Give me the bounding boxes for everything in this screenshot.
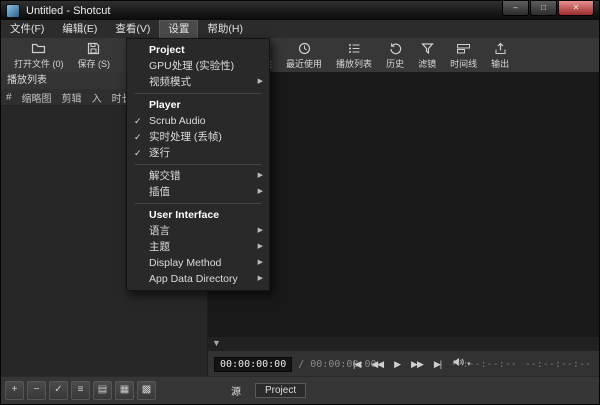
- menu-settings[interactable]: 设置: [159, 20, 198, 38]
- history-button[interactable]: 历史: [386, 41, 404, 70]
- playlist-icon: [347, 41, 362, 56]
- menu-item-video-mode[interactable]: 视频模式 ▶: [127, 74, 269, 90]
- view-details-button[interactable]: ▤: [93, 381, 112, 400]
- playlist-update-button[interactable]: ✓: [49, 381, 68, 400]
- menu-item-progressive[interactable]: ✓ 逐行: [127, 145, 269, 161]
- filters-button[interactable]: 滤镜: [418, 41, 436, 70]
- timeline-button[interactable]: 时间线: [450, 41, 477, 70]
- submenu-arrow-icon: ▶: [258, 184, 263, 200]
- main-toolbar: 打开文件 (0) 保存 (S) 属性 最近使用 播放列表 历史 滤镜: [1, 38, 599, 73]
- play-button[interactable]: ▶: [394, 359, 400, 370]
- maximize-button[interactable]: □: [530, 1, 557, 16]
- skip-end-button[interactable]: ▶|: [434, 359, 441, 370]
- rewind-button[interactable]: ◀◀: [371, 359, 383, 370]
- menu-item-realtime-frame-dropping[interactable]: ✓ 实时处理 (丢帧): [127, 129, 269, 145]
- player-tabs: 源 Project: [221, 381, 310, 400]
- submenu-arrow-icon: ▶: [258, 255, 263, 271]
- selection-end-timecode: --:--:--:--: [525, 359, 591, 370]
- submenu-arrow-icon: ▶: [258, 74, 263, 90]
- window-title: Untitled - Shotcut: [26, 5, 110, 17]
- menu-help[interactable]: 帮助(H): [198, 20, 252, 38]
- menu-item-scrub-audio[interactable]: ✓ Scrub Audio: [127, 113, 269, 129]
- tab-source[interactable]: 源: [221, 381, 251, 400]
- export-icon: [493, 41, 508, 56]
- recent-button[interactable]: 最近使用: [286, 41, 322, 70]
- column-thumbnail[interactable]: 缩略图: [22, 90, 52, 105]
- save-button[interactable]: 保存 (S): [78, 41, 111, 70]
- menu-view[interactable]: 查看(V): [106, 20, 159, 38]
- recent-icon: [297, 41, 312, 56]
- view-icons-button[interactable]: ▩: [137, 381, 156, 400]
- menu-file[interactable]: 文件(F): [1, 20, 53, 38]
- close-button[interactable]: ✕: [558, 1, 594, 16]
- menu-header-user-interface: User Interface: [127, 207, 269, 223]
- menu-item-theme[interactable]: 主题 ▶: [127, 239, 269, 255]
- tab-project[interactable]: Project: [255, 383, 306, 398]
- menu-item-app-data-directory[interactable]: App Data Directory ▶: [127, 271, 269, 287]
- menu-item-gpu-processing[interactable]: GPU处理 (实验性): [127, 58, 269, 74]
- menu-edit[interactable]: 编辑(E): [53, 20, 106, 38]
- selection-timecodes: --:--:--:-- --:--:--:--: [451, 351, 591, 377]
- submenu-arrow-icon: ▶: [258, 239, 263, 255]
- menu-separator: [135, 164, 261, 165]
- view-tiles-button[interactable]: ▦: [115, 381, 134, 400]
- selection-start-timecode: --:--:--:--: [451, 359, 517, 370]
- current-timecode[interactable]: 00:00:00:00: [214, 357, 292, 372]
- skip-start-button[interactable]: |◀: [353, 359, 360, 370]
- bottom-bar: + − ✓ ≡ ▤ ▦ ▩ 源 Project: [1, 376, 599, 404]
- playhead-marker-icon[interactable]: ▼: [212, 337, 221, 349]
- filters-icon: [420, 41, 435, 56]
- transport-bar: 00:00:00:00 / 00:00:00:00 |◀ ◀◀ ▶ ▶▶ ▶| …: [208, 351, 599, 377]
- checkmark-icon: ✓: [134, 145, 142, 161]
- playlist-menu-button[interactable]: ≡: [71, 381, 90, 400]
- playlist-add-button[interactable]: +: [5, 381, 24, 400]
- open-file-icon: [31, 41, 46, 56]
- menu-item-interpolation[interactable]: 插值 ▶: [127, 184, 269, 200]
- title-bar: Untitled - Shotcut – □ ✕: [1, 1, 599, 20]
- submenu-arrow-icon: ▶: [258, 168, 263, 184]
- column-clip[interactable]: 剪辑: [62, 90, 82, 105]
- submenu-arrow-icon: ▶: [258, 223, 263, 239]
- playlist-button[interactable]: 播放列表: [336, 41, 372, 70]
- checkmark-icon: ✓: [134, 129, 142, 145]
- export-button[interactable]: 输出: [491, 41, 509, 70]
- menu-item-deinterlacer[interactable]: 解交错 ▶: [127, 168, 269, 184]
- window-controls: – □ ✕: [502, 1, 594, 16]
- minimize-button[interactable]: –: [502, 1, 529, 16]
- menu-separator: [135, 203, 261, 204]
- fast-forward-button[interactable]: ▶▶: [411, 359, 423, 370]
- menu-item-display-method[interactable]: Display Method ▶: [127, 255, 269, 271]
- menu-separator: [135, 93, 261, 94]
- submenu-arrow-icon: ▶: [258, 271, 263, 287]
- save-icon: [86, 41, 101, 56]
- history-icon: [388, 41, 403, 56]
- column-in[interactable]: 入: [92, 90, 102, 105]
- menu-header-project: Project: [127, 42, 269, 58]
- settings-dropdown-menu: Project GPU处理 (实验性) 视频模式 ▶ Player ✓ Scru…: [126, 38, 270, 291]
- seek-bar[interactable]: ▼: [208, 337, 599, 351]
- shotcut-window: Untitled - Shotcut – □ ✕ 文件(F) 编辑(E) 查看(…: [0, 0, 600, 405]
- column-index[interactable]: #: [6, 92, 12, 103]
- menu-bar: 文件(F) 编辑(E) 查看(V) 设置 帮助(H): [1, 20, 599, 39]
- menu-item-language[interactable]: 语言 ▶: [127, 223, 269, 239]
- menu-header-player: Player: [127, 97, 269, 113]
- playlist-remove-button[interactable]: −: [27, 381, 46, 400]
- timeline-icon: [456, 41, 471, 56]
- app-icon: [6, 4, 20, 18]
- open-file-button[interactable]: 打开文件 (0): [14, 41, 64, 70]
- checkmark-icon: ✓: [134, 113, 142, 129]
